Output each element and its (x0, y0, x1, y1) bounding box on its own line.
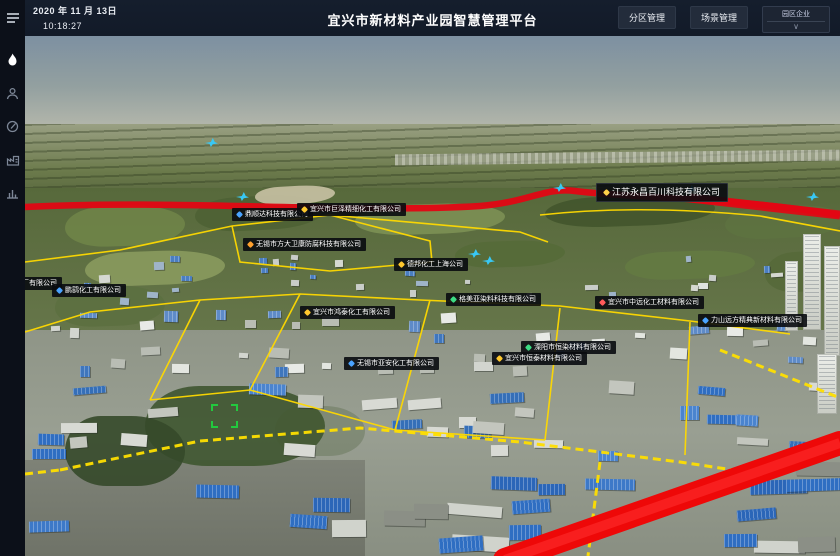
sidebar-item-fire[interactable] (0, 47, 25, 73)
company-marker-icon (56, 287, 63, 294)
company-label[interactable]: 无锡市方大卫康防腐科技有限公司 (243, 238, 366, 251)
company-label-text: 宜兴市鸿泰化工有限公司 (313, 309, 390, 316)
sidebar-menu-button[interactable] (0, 5, 25, 31)
company-label-text: 宜兴市恒泰材料有限公司 (505, 355, 582, 362)
company-label-text: 无锡市方大卫康防腐科技有限公司 (256, 241, 361, 248)
person-icon (6, 87, 19, 100)
company-marker-icon (496, 355, 503, 362)
sidebar-item-gauge[interactable] (0, 113, 25, 139)
flame-icon (6, 53, 19, 67)
company-marker-icon (603, 189, 610, 196)
company-marker-icon (247, 241, 254, 248)
company-label[interactable]: 德邦化工上海公司 (394, 258, 468, 271)
sidebar-item-stats[interactable] (0, 179, 25, 205)
sidebar-item-person[interactable] (0, 80, 25, 106)
company-labels-layer: 鼎顺达科技有限公司宜兴市巨泽精细化工有限公司无锡市方大卫康防腐科技有限公司德邦化… (0, 0, 840, 556)
company-label-text: 溧阳市恒染材料有限公司 (534, 344, 611, 351)
company-marker-icon (348, 360, 355, 367)
company-label-text: 力山远方精典新材料有限公司 (711, 317, 802, 324)
bar-chart-icon (6, 186, 19, 199)
company-label[interactable]: 格美亚染料科技有限公司 (446, 293, 541, 306)
hamburger-icon (6, 12, 20, 24)
scene-management-button[interactable]: 场景管理 (690, 6, 748, 29)
company-marker-icon (450, 296, 457, 303)
company-label[interactable]: 宜兴市鸿泰化工有限公司 (300, 306, 395, 319)
company-label[interactable]: 江苏永昌百川科技有限公司 (596, 183, 728, 202)
company-label-text: 江苏永昌百川科技有限公司 (612, 188, 720, 197)
partition-management-button[interactable]: 分区管理 (618, 6, 676, 29)
company-label[interactable]: 力山远方精典新材料有限公司 (698, 314, 807, 327)
sidebar-item-factory[interactable] (0, 146, 25, 172)
smart-park-platform-window: 2020 年 11 月 13日 10:18:27 宜兴市新材料产业园智慧管理平台… (0, 0, 840, 556)
company-marker-icon (236, 211, 243, 218)
company-label[interactable]: 鹏鹞化工有限公司 (52, 284, 126, 297)
company-label[interactable]: 宜兴市恒泰材料有限公司 (492, 352, 587, 365)
company-label[interactable]: 宜兴市巨泽精细化工有限公司 (297, 203, 406, 216)
factory-icon (6, 153, 20, 166)
company-label-text: 无锡市亚安化工有限公司 (357, 360, 434, 367)
gauge-icon (6, 120, 19, 133)
sidebar (0, 0, 25, 556)
company-label-text: 鹏鹞化工有限公司 (65, 287, 121, 294)
company-label-text: 格美亚染料科技有限公司 (459, 296, 536, 303)
top-bar: 2020 年 11 月 13日 10:18:27 宜兴市新材料产业园智慧管理平台… (25, 0, 840, 36)
company-label-text: 宜兴市巨泽精细化工有限公司 (310, 206, 401, 213)
company-label[interactable]: 无锡市亚安化工有限公司 (344, 357, 439, 370)
park-enterprise-dropdown-label: 园区企业 (767, 9, 825, 22)
company-marker-icon (599, 299, 606, 306)
company-label[interactable]: 宜兴市中远化工材料有限公司 (595, 296, 704, 309)
company-label-text: 宜兴市中远化工材料有限公司 (608, 299, 699, 306)
chevron-down-icon: ∨ (767, 22, 825, 31)
header-buttons: 分区管理 场景管理 园区企业 ∨ (618, 6, 830, 33)
company-marker-icon (398, 261, 405, 268)
company-marker-icon (304, 309, 311, 316)
company-label-text: 德邦化工上海公司 (407, 261, 463, 268)
park-enterprise-dropdown[interactable]: 园区企业 ∨ (762, 6, 830, 33)
company-marker-icon (525, 344, 532, 351)
company-marker-icon (301, 206, 308, 213)
company-marker-icon (702, 317, 709, 324)
